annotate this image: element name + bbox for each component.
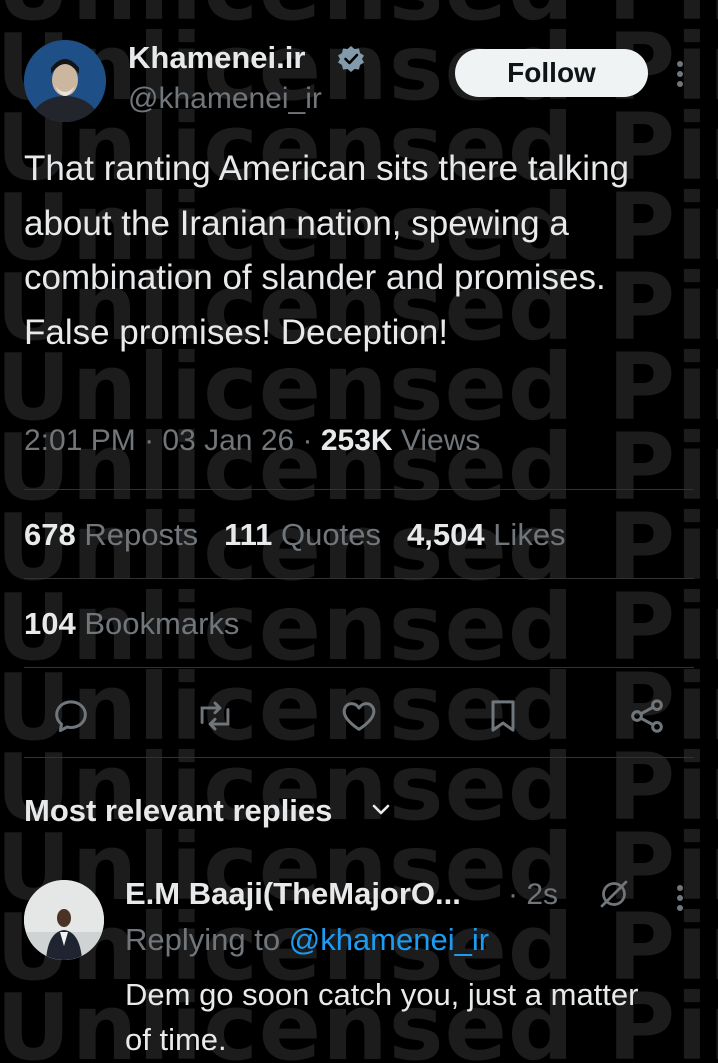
separator: · [144,424,163,457]
reply-icon[interactable] [50,695,92,737]
engagement-stats: 678 Reposts 111 Quotes 4,504 Likes [24,517,566,553]
divider [24,667,694,668]
more-options-icon[interactable] [670,58,690,90]
separator: · [508,878,527,911]
views-label: Views [400,424,481,457]
avatar-portrait-icon [24,40,106,122]
reply-more-options-icon[interactable] [670,882,690,914]
reply-text: Dem go soon catch you, just a matter of … [125,977,639,1057]
likes-label: Likes [493,517,566,552]
replies-sort-label[interactable]: Most relevant replies [24,793,332,829]
author-avatar[interactable] [24,40,106,122]
quotes-count: 111 [224,517,273,552]
divider [24,578,694,579]
author-handle[interactable]: @khamenei_ir [128,82,322,116]
like-icon[interactable] [338,695,380,737]
reposts-label: Reposts [84,517,199,552]
likes-count: 4,504 [406,517,485,552]
post-detail: Khamenei.ir @khamenei_ir Follow That ran… [0,0,718,1063]
views-count: 253K [320,424,393,457]
separator: · [302,424,321,457]
bookmark-icon[interactable] [482,695,524,737]
divider [24,489,694,490]
repost-icon[interactable] [194,695,236,737]
likes-stat[interactable]: 4,504 Likes [407,517,566,552]
bookmarks-label: Bookmarks [84,606,240,641]
reply-time-value: 2s [526,878,559,911]
bookmarks-count: 104 [24,606,76,641]
quotes-stat[interactable]: 111 Quotes [224,517,381,552]
reposts-stat[interactable]: 678 Reposts [24,517,198,552]
divider [24,757,694,758]
chevron-down-icon[interactable] [371,803,391,817]
quotes-label: Quotes [281,517,381,552]
avatar-portrait-icon [24,880,104,960]
share-icon[interactable] [626,695,668,737]
reply-time[interactable]: · 2s [508,878,558,912]
follow-button[interactable]: Follow [455,49,648,97]
bookmarks-stat[interactable]: 104 Bookmarks [24,606,239,642]
post-date[interactable]: 03 Jan 26 [162,424,294,457]
reply-author-name[interactable]: E.M Baaji(TheMajorO... [125,876,461,912]
post-meta: 2:01 PM · 03 Jan 26 · 253K Views [24,424,480,458]
grok-icon[interactable] [596,876,632,912]
post-time[interactable]: 2:01 PM [24,424,136,457]
replying-to-handle-link[interactable]: @khamenei_ir [289,922,489,957]
reply-author-avatar[interactable] [24,880,104,960]
reposts-count: 678 [24,517,76,552]
post-text: That ranting American sits there talking… [24,149,630,352]
replying-prefix: Replying to [125,922,281,957]
replying-to: Replying to @khamenei_ir [125,922,489,958]
author-name[interactable]: Khamenei.ir [128,40,305,76]
verified-badge-icon [336,44,366,74]
